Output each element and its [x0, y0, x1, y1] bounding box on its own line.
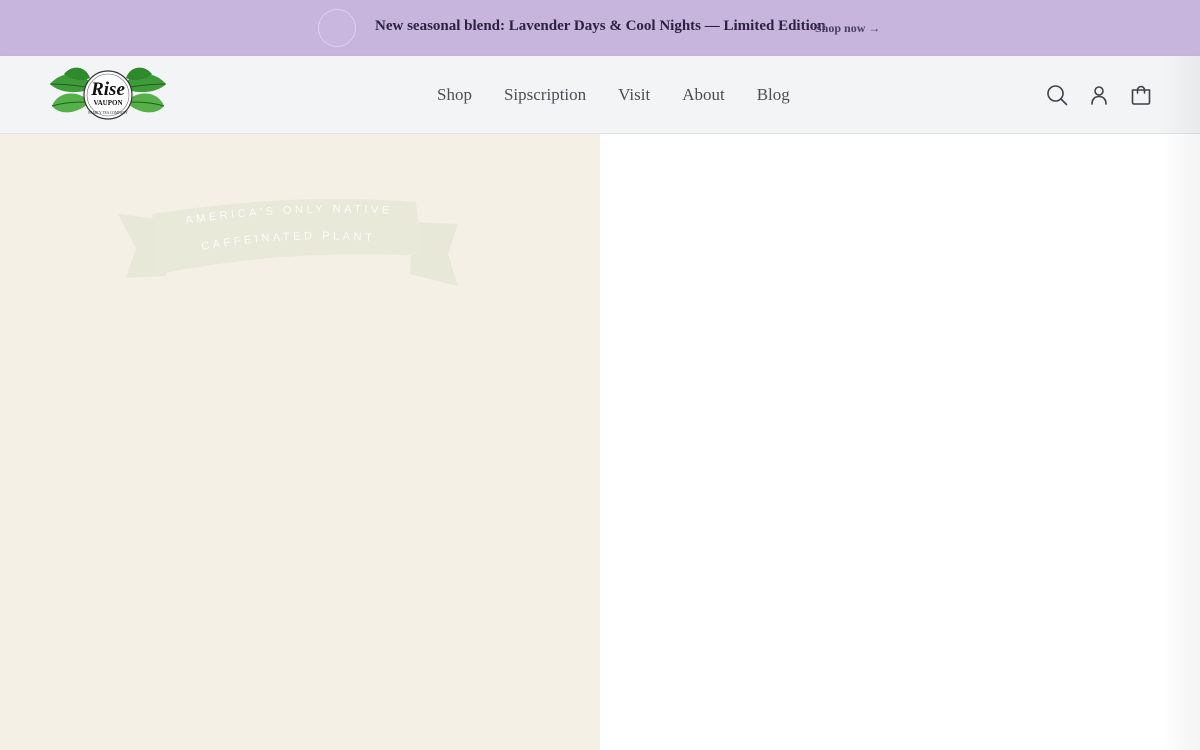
site-header: Rise VAUPON FAMILY TEA COMPANY Shop Sips… [0, 56, 1200, 134]
announcement-badge [318, 9, 356, 47]
nav-blog[interactable]: Blog [757, 85, 790, 107]
nav-sipscription[interactable]: Sipscription [504, 85, 586, 107]
hero-left-panel: AMERICA'S ONLY NATIVE CAFFEINATED PLANT [0, 134, 600, 750]
cart-icon[interactable] [1129, 83, 1153, 107]
shop-now-link[interactable]: Shop now → [815, 21, 880, 36]
nav-shop[interactable]: Shop [437, 85, 472, 107]
svg-text:FAMILY TEA COMPANY: FAMILY TEA COMPANY [88, 111, 128, 115]
search-icon[interactable] [1045, 83, 1069, 107]
nav-visit[interactable]: Visit [618, 85, 650, 107]
nav-about[interactable]: About [682, 85, 725, 107]
hero-right-panel [600, 134, 1200, 750]
announcement-bar: New seasonal blend: Lavender Days & Cool… [0, 0, 1200, 56]
svg-text:VAUPON: VAUPON [93, 99, 122, 107]
ribbon-banner: AMERICA'S ONLY NATIVE CAFFEINATED PLANT [112, 190, 464, 294]
svg-text:Rise: Rise [90, 79, 125, 100]
main-nav: Shop Sipscription Visit About Blog [437, 85, 790, 107]
announcement-text: New seasonal blend: Lavender Days & Cool… [375, 18, 826, 34]
site-logo[interactable]: Rise VAUPON FAMILY TEA COMPANY [46, 62, 170, 128]
account-icon[interactable] [1087, 83, 1111, 107]
